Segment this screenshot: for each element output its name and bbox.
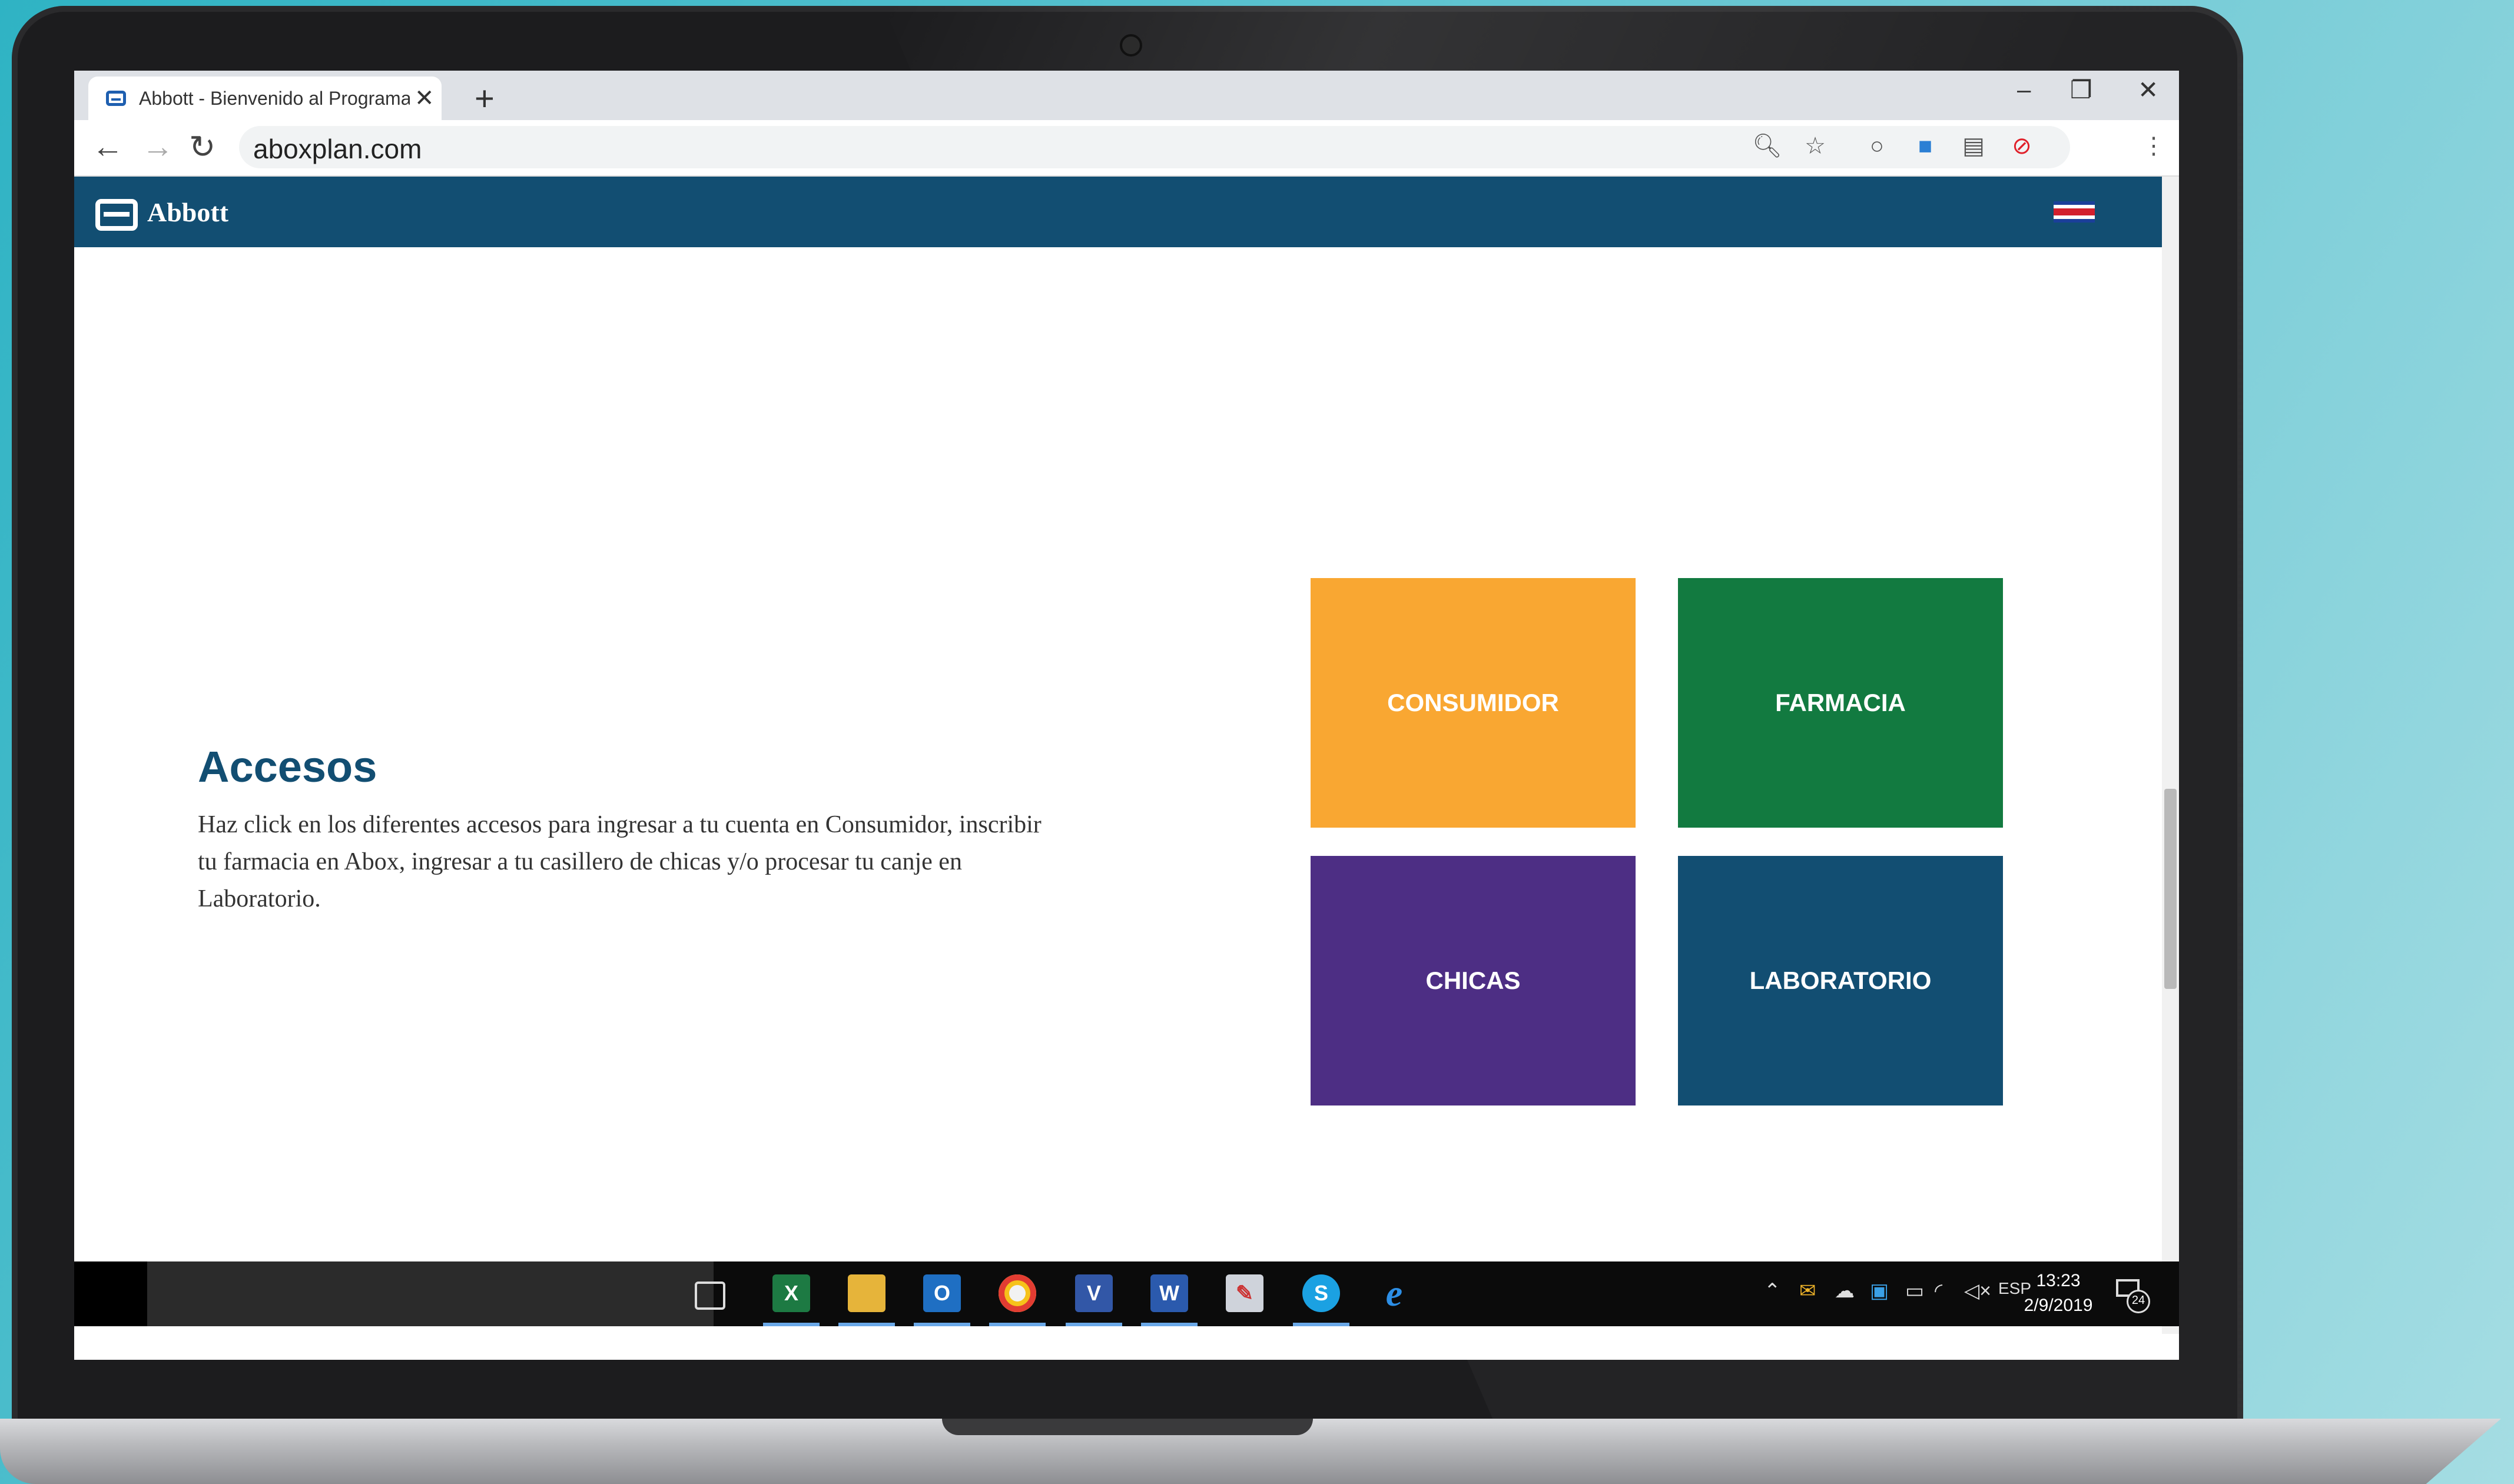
start-button[interactable]	[74, 1261, 147, 1326]
browser-tab-strip: Abbott - Bienvenido al Programa ✕ + – ❐ …	[74, 71, 2179, 120]
page-scrollbar[interactable]	[2162, 177, 2179, 1334]
tab-close-icon[interactable]: ✕	[414, 85, 435, 112]
wifi-tray-icon[interactable]: ◜	[1935, 1279, 1942, 1303]
back-button[interactable]: ←	[92, 128, 124, 165]
excel-icon[interactable]: X	[772, 1274, 810, 1312]
visio-icon[interactable]: V	[1075, 1274, 1113, 1312]
menu-icon[interactable]: ⋮	[2141, 133, 2167, 159]
tile-label: FARMACIA	[1775, 689, 1906, 716]
laptop-notch	[942, 1419, 1313, 1435]
abbott-logo-icon[interactable]	[95, 199, 138, 231]
tile-label: CONSUMIDOR	[1387, 689, 1559, 716]
close-window-button[interactable]: ✕	[2138, 75, 2158, 104]
action-center-icon[interactable]: 24	[2114, 1276, 2150, 1313]
reload-button[interactable]: ↻	[189, 128, 215, 165]
task-view-icon[interactable]	[695, 1282, 725, 1310]
paint-icon[interactable]: ✎	[1226, 1274, 1263, 1312]
webcam	[1120, 34, 1142, 57]
tab-title: Abbott - Bienvenido al Programa	[139, 87, 410, 109]
volume-mute-icon[interactable]: ◁×	[1964, 1279, 1991, 1303]
file-explorer-icon[interactable]	[848, 1274, 885, 1312]
scrollbar-thumb[interactable]	[2164, 789, 2177, 989]
chrome-icon[interactable]	[999, 1274, 1036, 1312]
consumidor-tile[interactable]: CONSUMIDOR	[1311, 578, 1636, 828]
laboratorio-tile[interactable]: LABORATORIO	[1678, 856, 2003, 1105]
bookmark-star-icon[interactable]: ☆	[1802, 133, 1828, 159]
taskbar-search-box[interactable]	[147, 1261, 714, 1326]
mail-tray-icon[interactable]: ✉	[1799, 1279, 1816, 1303]
tile-label: CHICAS	[1425, 967, 1521, 994]
tile-label: LABORATORIO	[1749, 967, 1932, 994]
logo-text[interactable]: Abbott	[147, 197, 228, 228]
chicas-tile[interactable]: CHICAS	[1311, 856, 1636, 1105]
abbott-favicon-icon	[106, 91, 126, 106]
site-header: Abbott	[74, 177, 2162, 247]
extension-chat-icon[interactable]: ■	[1912, 133, 1938, 159]
windows-taskbar: X O V W ✎ S e ⌃ ✉ ☁ ▣ ▭ ◜ ◁× ESP 13:23 2…	[74, 1261, 2179, 1326]
zoom-icon[interactable]: 🔍︎	[1752, 133, 1782, 159]
extension-reader-icon[interactable]: ▤	[1961, 133, 1986, 159]
new-tab-button[interactable]: +	[475, 79, 495, 118]
tray-overflow-icon[interactable]: ⌃	[1764, 1279, 1781, 1303]
battery-tray-icon[interactable]: ▭	[1905, 1279, 1924, 1303]
skype-icon[interactable]: S	[1302, 1274, 1340, 1312]
address-bar[interactable]: aboxplan.com	[239, 126, 2070, 168]
cloud-tray-icon[interactable]: ☁	[1835, 1279, 1855, 1303]
taskbar-clock[interactable]: 13:23 2/9/2019	[2011, 1269, 2105, 1318]
costa-rica-flag-icon[interactable]	[2054, 201, 2095, 223]
outlook-icon[interactable]: O	[923, 1274, 961, 1312]
browser-tab[interactable]: Abbott - Bienvenido al Programa ✕	[88, 77, 442, 120]
sync-tray-icon[interactable]: ▣	[1870, 1279, 1889, 1303]
page-description: Haz click en los diferentes accesos para…	[198, 811, 1042, 912]
maximize-button[interactable]: ❐	[2070, 75, 2092, 104]
minimize-button[interactable]: –	[2017, 75, 2031, 104]
clock-date: 2/9/2019	[2024, 1296, 2093, 1315]
extension-circle-icon[interactable]: ○	[1864, 133, 1890, 159]
browser-toolbar: ← → ↻ aboxplan.com 🔍︎ ☆ ○ ■ ▤ ⊘ ⋮	[74, 120, 2179, 177]
notification-count: 24	[2127, 1290, 2150, 1313]
edge-icon[interactable]: e	[1375, 1272, 1413, 1314]
farmacia-tile[interactable]: FARMACIA	[1678, 578, 2003, 828]
word-icon[interactable]: W	[1150, 1274, 1188, 1312]
clock-time: 13:23	[2036, 1271, 2081, 1290]
page-title: Accesos	[198, 742, 377, 791]
forward-button[interactable]: →	[142, 128, 174, 165]
laptop-screen: Abbott - Bienvenido al Programa ✕ + – ❐ …	[74, 71, 2179, 1360]
url-text: aboxplan.com	[253, 134, 422, 164]
extension-block-icon[interactable]: ⊘	[2009, 133, 2035, 159]
